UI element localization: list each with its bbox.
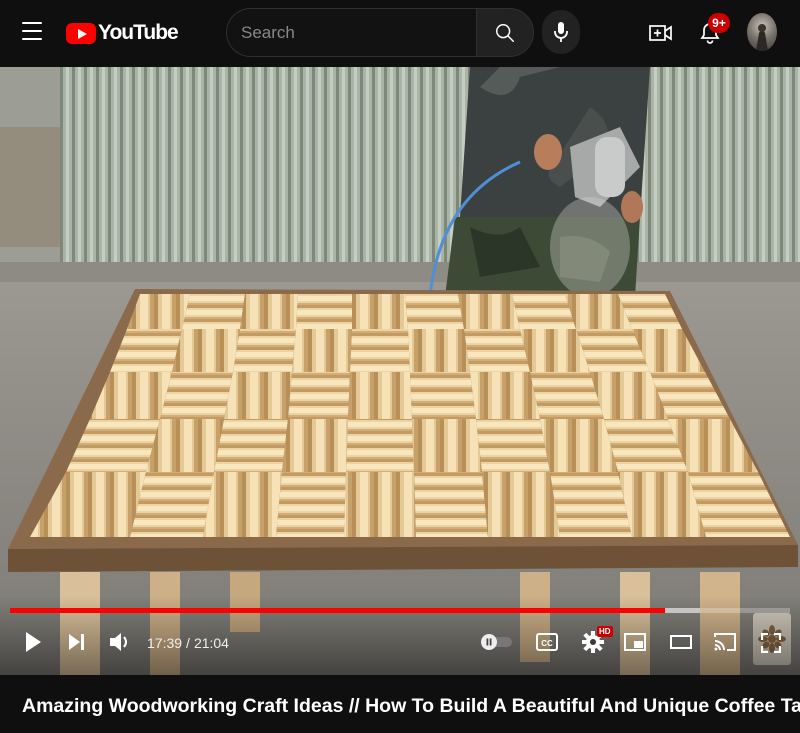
- voice-search-button[interactable]: [542, 10, 580, 54]
- theater-mode-button[interactable]: [669, 633, 693, 651]
- search-input[interactable]: [227, 9, 476, 56]
- hd-badge: HD: [597, 626, 613, 637]
- cc-label: CC: [541, 639, 553, 648]
- cast-icon: [714, 633, 736, 651]
- search-button[interactable]: [476, 8, 534, 57]
- subtitles-button[interactable]: CC: [535, 631, 559, 653]
- theater-mode-icon: [670, 635, 692, 649]
- fullscreen-icon: [761, 633, 781, 653]
- avatar[interactable]: [747, 13, 777, 51]
- skip-next-icon: [69, 634, 84, 650]
- table-row-1: [127, 294, 682, 329]
- progress-played: [10, 608, 666, 613]
- video-player[interactable]: 17:39 / 21:04 CC HD: [0, 67, 800, 675]
- current-time: 17:39: [147, 635, 183, 651]
- miniplayer-button[interactable]: [623, 631, 647, 653]
- next-button[interactable]: [64, 629, 88, 655]
- duration: 21:04: [193, 635, 229, 651]
- autoplay-toggle[interactable]: [480, 632, 514, 652]
- create-button[interactable]: [646, 18, 676, 48]
- fullscreen-button[interactable]: [759, 631, 783, 655]
- volume-button[interactable]: [106, 629, 134, 655]
- notification-count-badge: 9+: [708, 13, 730, 33]
- hamburger-icon[interactable]: [22, 22, 42, 40]
- miniplayer-icon: [624, 633, 646, 651]
- volume-icon: [110, 633, 127, 651]
- youtube-logo[interactable]: YouTube: [66, 18, 179, 48]
- progress-bar[interactable]: [10, 608, 790, 613]
- video-title: Amazing Woodworking Craft Ideas // How T…: [0, 675, 800, 733]
- time-display: 17:39 / 21:04: [147, 635, 229, 651]
- closed-captions-icon: CC: [536, 633, 558, 651]
- video-frame: [0, 67, 800, 675]
- top-bar: YouTube 9+: [0, 0, 800, 67]
- youtube-play-icon: [66, 22, 96, 44]
- autoplay-toggle-icon: [481, 634, 512, 650]
- play-icon: [26, 632, 41, 652]
- logo-text: YouTube: [98, 21, 179, 44]
- search-box[interactable]: [226, 8, 476, 57]
- create-video-icon: [649, 25, 672, 41]
- time-separator: /: [186, 635, 190, 651]
- microphone-icon: [554, 22, 568, 42]
- search-icon: [496, 23, 514, 42]
- cast-button[interactable]: [712, 630, 738, 654]
- play-button[interactable]: [20, 629, 46, 655]
